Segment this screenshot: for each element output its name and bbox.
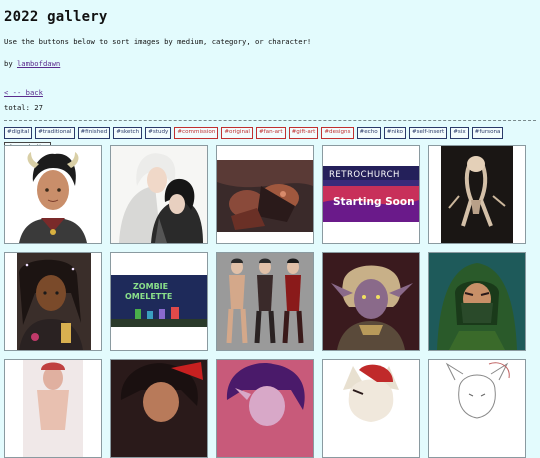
embracing-couple-art bbox=[111, 146, 207, 243]
retrochurch-title: RETROCHURCH bbox=[329, 170, 400, 180]
dark-haired-character-art bbox=[111, 360, 207, 457]
filter-traditional[interactable]: #traditional bbox=[35, 127, 75, 139]
character-with-locs-portrait bbox=[5, 253, 101, 350]
filter-finished[interactable]: #finished bbox=[77, 127, 111, 139]
retrochurch-subtitle: Starting Soon bbox=[333, 196, 415, 208]
gallery-thumbnail[interactable] bbox=[110, 145, 208, 244]
hooded-masked-character-art bbox=[429, 253, 525, 350]
fox-character-art bbox=[323, 360, 419, 457]
gallery-thumbnail[interactable] bbox=[322, 359, 420, 458]
filter-fan-art[interactable]: #fan-art bbox=[255, 127, 286, 139]
lineart-sketch bbox=[429, 360, 525, 457]
gallery-thumbnail[interactable] bbox=[428, 359, 526, 458]
gallery-thumbnail[interactable]: ZOMBIE OMELETTE bbox=[110, 252, 208, 351]
total-count: total: 27 bbox=[4, 103, 43, 112]
creature-sketch bbox=[429, 146, 525, 243]
filter-niko[interactable]: #niko bbox=[383, 127, 406, 139]
purple-haired-character-art bbox=[217, 360, 313, 457]
filter-six[interactable]: #six bbox=[450, 127, 469, 139]
page-title: 2022 gallery bbox=[4, 9, 108, 25]
filter-self-insert[interactable]: #self-insert bbox=[408, 127, 448, 139]
dark-red-scene-art bbox=[217, 146, 313, 243]
gallery-thumbnail[interactable] bbox=[216, 252, 314, 351]
horned-character-portrait bbox=[5, 146, 101, 243]
filter-gift-art[interactable]: #gift-art bbox=[288, 127, 319, 139]
filter-echo[interactable]: #echo bbox=[356, 127, 381, 139]
gallery-thumbnail[interactable] bbox=[322, 252, 420, 351]
zombie-title-line2: OMELETTE bbox=[125, 292, 172, 301]
zombie-omelette-game-screen: ZOMBIE OMELETTE bbox=[111, 253, 207, 350]
purple-elf-character-art bbox=[323, 253, 419, 350]
byline-prefix: by bbox=[4, 59, 17, 68]
filter-study[interactable]: #study bbox=[145, 127, 172, 139]
gallery-thumbnail[interactable] bbox=[4, 252, 102, 351]
divider bbox=[4, 120, 536, 121]
retrochurch-stream-screen: RETROCHURCH Starting Soon bbox=[323, 146, 419, 243]
zombie-title-line1: ZOMBIE bbox=[133, 282, 168, 291]
gallery-grid: RETROCHURCH Starting Soon ZOMBIE OMELETT… bbox=[4, 145, 536, 458]
filter-commission[interactable]: #commission bbox=[174, 127, 219, 139]
gallery-thumbnail[interactable] bbox=[216, 359, 314, 458]
filter-digital[interactable]: #digital bbox=[4, 127, 33, 139]
filter-original[interactable]: #original bbox=[221, 127, 253, 139]
gallery-thumbnail[interactable] bbox=[428, 252, 526, 351]
gallery-thumbnail[interactable] bbox=[216, 145, 314, 244]
gallery-thumbnail[interactable] bbox=[428, 145, 526, 244]
intro-text: Use the buttons below to sort images by … bbox=[4, 37, 312, 46]
back-link[interactable]: < -- back bbox=[4, 88, 536, 97]
sketch-figure-art bbox=[5, 360, 101, 457]
gallery-thumbnail[interactable]: RETROCHURCH Starting Soon bbox=[322, 145, 420, 244]
author-link[interactable]: lambofdawn bbox=[17, 59, 60, 68]
filter-fursona[interactable]: #fursona bbox=[471, 127, 504, 139]
three-figures-art bbox=[217, 253, 313, 350]
gallery-thumbnail[interactable] bbox=[4, 359, 102, 458]
gallery-thumbnail[interactable] bbox=[4, 145, 102, 244]
gallery-thumbnail[interactable] bbox=[110, 359, 208, 458]
filter-sketch[interactable]: #sketch bbox=[113, 127, 143, 139]
byline: by lambofdawn bbox=[4, 59, 536, 68]
filter-designs[interactable]: #designs bbox=[321, 127, 354, 139]
